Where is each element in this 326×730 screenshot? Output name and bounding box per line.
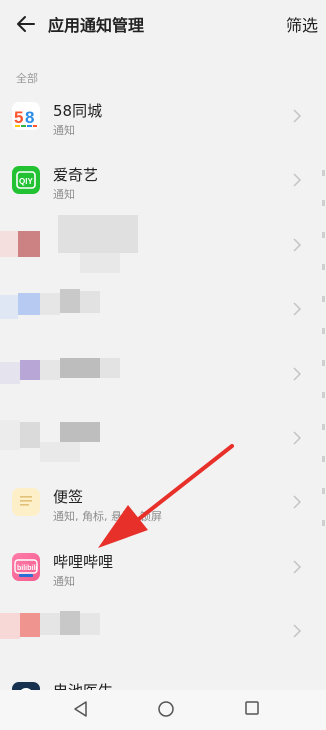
app-name: 哔哩哔哩 — [53, 552, 114, 571]
58-logo-icon: 5 8 — [12, 102, 40, 130]
list-item-bilibili[interactable]: bilibili 哔哩哔哩 通知 — [0, 535, 326, 599]
svg-text:5: 5 — [14, 108, 23, 127]
app-name: 便签 — [53, 488, 84, 507]
chevron-right-icon — [293, 238, 302, 252]
blurred-name — [40, 441, 80, 462]
chevron-right-icon — [293, 302, 302, 316]
chevron-right-icon — [293, 495, 302, 509]
blurred-name — [60, 421, 100, 442]
blurred-name — [60, 289, 80, 314]
blurred-name — [60, 357, 100, 378]
blurred-name — [40, 613, 60, 636]
blurred-name — [80, 613, 100, 636]
blurred-name — [40, 359, 60, 380]
blurred-icon — [18, 230, 40, 257]
app-notify-types: 通知 — [53, 574, 75, 588]
top-bar: 应用通知管理 筛选 — [0, 0, 326, 48]
scroll-index-bar — [320, 160, 326, 540]
chevron-right-icon — [293, 367, 302, 381]
app-name: 58同城 — [53, 102, 103, 120]
list-item-blurred[interactable] — [0, 599, 326, 663]
blurred-icon — [0, 295, 18, 320]
blurred-icon — [0, 361, 20, 384]
svg-text:8: 8 — [25, 108, 34, 127]
square-recents-icon[interactable] — [244, 700, 260, 716]
chevron-right-icon — [293, 109, 302, 123]
list-item-blurred[interactable] — [0, 342, 326, 406]
chevron-right-icon — [293, 560, 302, 574]
blurred-icon — [20, 359, 40, 380]
blurred-name — [100, 357, 120, 378]
blurred-name — [58, 214, 138, 253]
blurred-icon — [18, 293, 40, 316]
svg-text:bilibili: bilibili — [17, 565, 37, 572]
app-list: 5 8 58同城 通知 QIY 爱奇艺 通知 便签 通知, 角标, 悬浮, 锁屏… — [0, 84, 326, 728]
blurred-icon — [0, 419, 20, 450]
blurred-icon — [20, 421, 40, 448]
list-item-58tongcheng[interactable]: 5 8 58同城 通知 — [0, 84, 326, 148]
blurred-name — [60, 611, 80, 636]
iqiyi-logo-icon: QIY — [12, 166, 40, 195]
blurred-icon — [20, 613, 40, 638]
blurred-name — [80, 252, 120, 273]
app-notify-types: 通知 — [53, 124, 75, 137]
arrow-left-icon[interactable] — [14, 12, 38, 36]
blurred-icon — [0, 613, 20, 640]
list-item-blurred[interactable] — [0, 277, 326, 341]
blurred-name — [80, 291, 100, 314]
filter-button[interactable]: 筛选 — [286, 12, 318, 36]
list-item-blurred[interactable] — [0, 213, 326, 277]
triangle-back-icon[interactable] — [72, 700, 90, 718]
app-name: 爱奇艺 — [53, 166, 99, 185]
blurred-name — [40, 293, 60, 316]
page-title: 应用通知管理 — [48, 16, 145, 35]
app-notify-types: 通知, 角标, 悬浮, 锁屏 — [53, 510, 162, 524]
list-item-blurred[interactable] — [0, 406, 326, 470]
notes-icon — [12, 488, 40, 517]
circle-home-icon[interactable] — [157, 700, 175, 718]
blurred-icon — [0, 230, 18, 257]
app-notify-types: 通知 — [53, 188, 75, 202]
chevron-right-icon — [293, 431, 302, 445]
svg-text:QIY: QIY — [19, 177, 33, 186]
chevron-right-icon — [293, 173, 302, 187]
list-item-notes[interactable]: 便签 通知, 角标, 悬浮, 锁屏 — [0, 470, 326, 534]
system-nav-bar — [0, 690, 326, 730]
list-item-iqiyi[interactable]: QIY 爱奇艺 通知 — [0, 148, 326, 212]
bilibili-logo-icon: bilibili — [12, 552, 40, 581]
chevron-right-icon — [293, 624, 302, 638]
